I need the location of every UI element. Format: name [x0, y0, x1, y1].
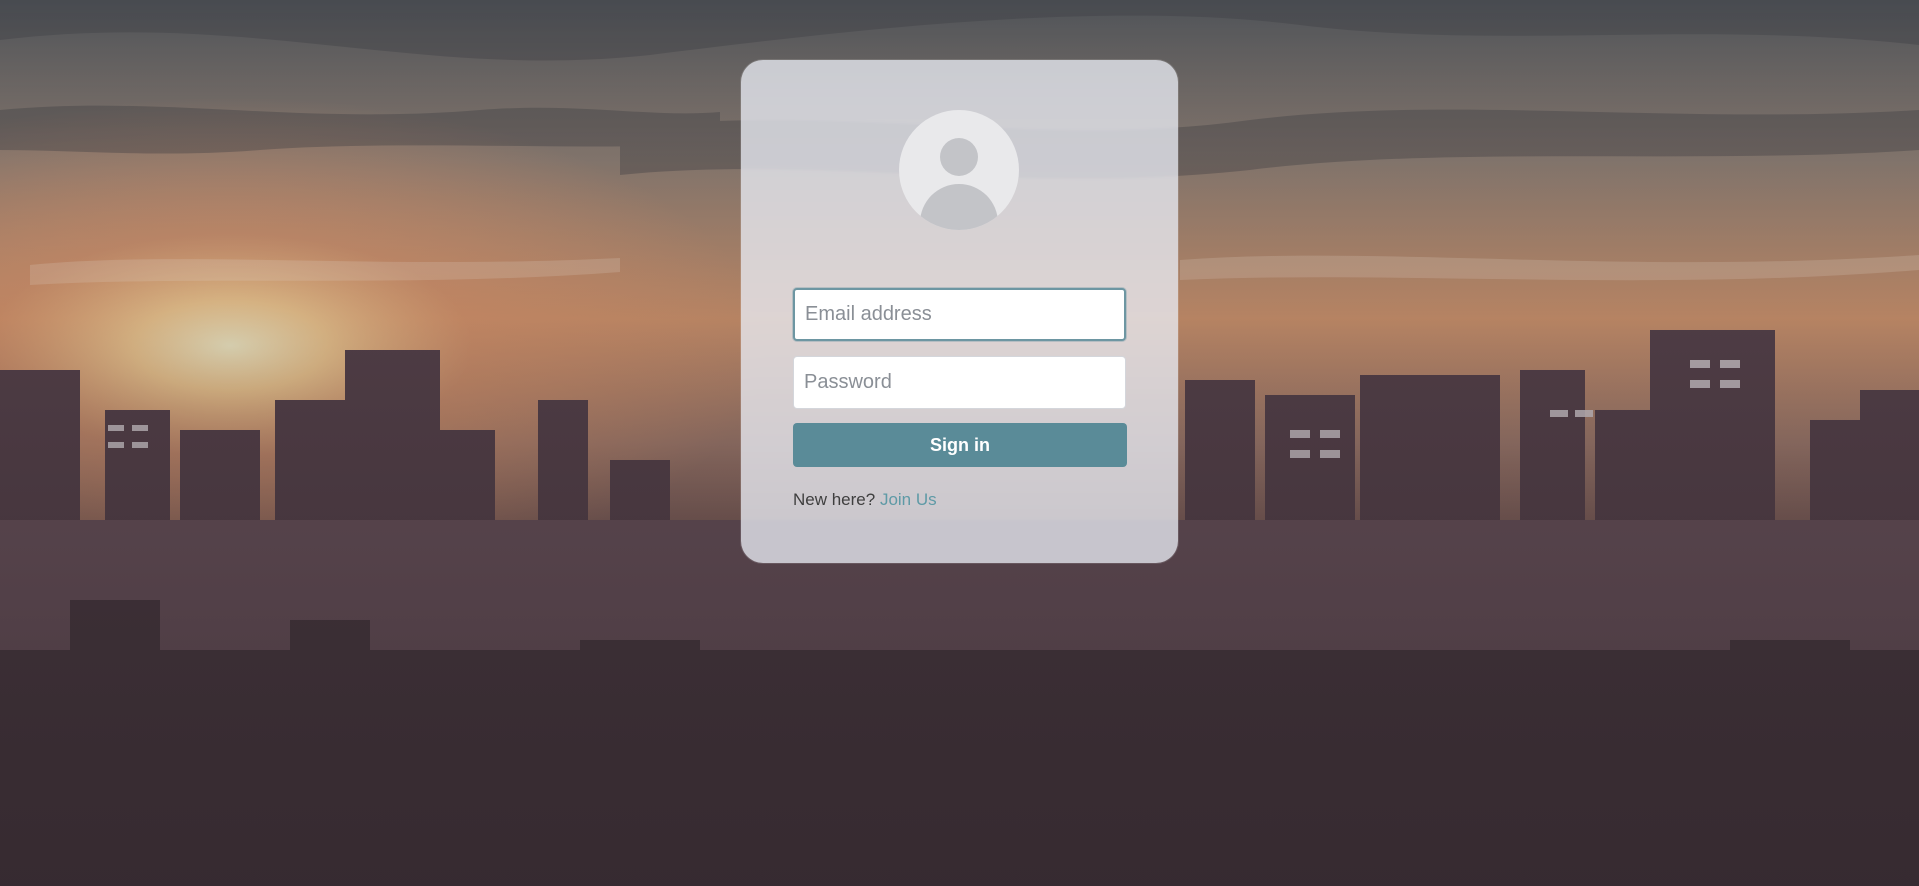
login-card: Sign in New here? Join Us [741, 60, 1178, 563]
password-input[interactable] [793, 356, 1126, 409]
user-avatar-icon [899, 110, 1019, 230]
avatar-head [940, 138, 978, 176]
avatar-body [920, 184, 998, 230]
new-here-label: New here? [793, 490, 876, 509]
login-page: Sign in New here? Join Us [0, 0, 1919, 886]
signup-prompt: New here? Join Us [793, 490, 937, 510]
email-input[interactable] [793, 288, 1126, 341]
sign-in-button[interactable]: Sign in [793, 423, 1127, 467]
join-us-link[interactable]: Join Us [880, 490, 937, 509]
